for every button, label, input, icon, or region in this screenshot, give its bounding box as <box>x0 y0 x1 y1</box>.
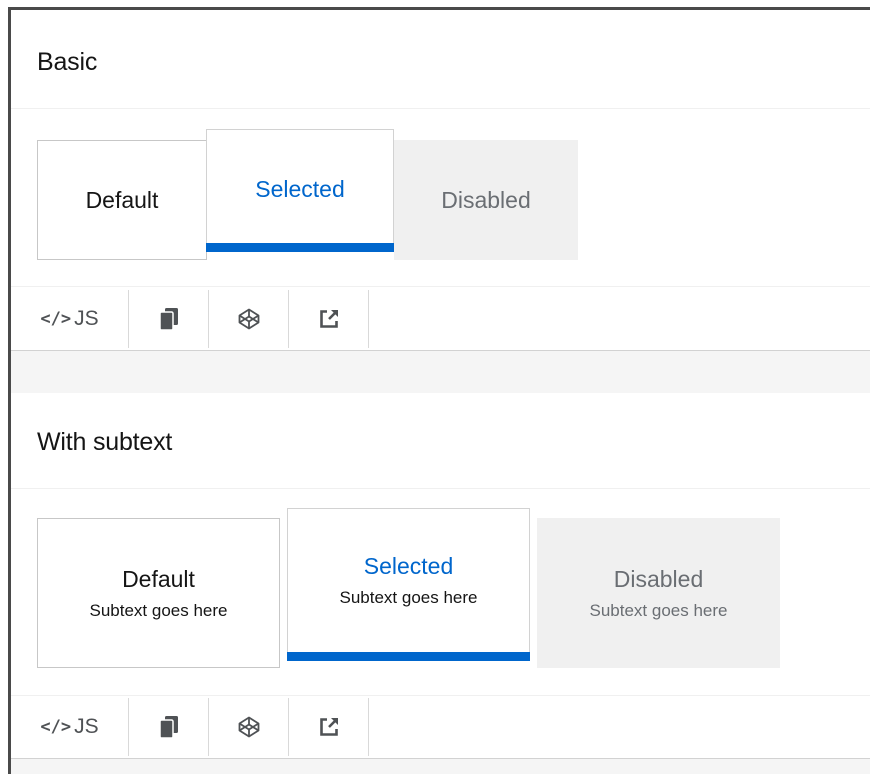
section-title-with-subtext: With subtext <box>37 428 173 456</box>
toggle-js-code-button[interactable]: </> JS <box>11 290 129 348</box>
copy-icon <box>158 715 180 739</box>
tile-label: Default <box>85 186 159 213</box>
example-frame: Basic Default Selected Disabled </> JS W… <box>8 7 870 774</box>
tile-label: Disabled <box>441 186 531 213</box>
code-toolbar: </> JS <box>11 698 369 756</box>
tile-default[interactable]: Default <box>37 140 207 260</box>
code-language-label: JS <box>74 307 99 330</box>
selected-indicator <box>287 652 530 661</box>
code-icon: </> <box>40 717 72 737</box>
tile-subtext: Subtext goes here <box>589 600 728 620</box>
tile-disabled: Disabled <box>394 140 578 260</box>
tile-default-subtext[interactable]: Default Subtext goes here <box>37 518 280 668</box>
open-codepen-button[interactable] <box>209 290 289 348</box>
section-separator <box>11 350 870 393</box>
external-link-icon <box>318 308 340 330</box>
external-link-icon <box>318 716 340 738</box>
toggle-js-code-button[interactable]: </> JS <box>11 698 129 756</box>
divider <box>11 286 870 287</box>
tile-label: Selected <box>255 176 345 202</box>
divider <box>11 488 870 489</box>
tile-label: Selected <box>363 553 454 579</box>
copy-code-button[interactable] <box>129 698 209 756</box>
copy-icon <box>158 307 180 331</box>
tile-disabled-subtext: Disabled Subtext goes here <box>537 518 780 668</box>
code-icon: </> <box>40 309 72 329</box>
tile-subtext: Subtext goes here <box>89 600 228 620</box>
open-codepen-button[interactable] <box>209 698 289 756</box>
selected-indicator <box>206 243 394 252</box>
tile-label: Disabled <box>613 565 704 592</box>
code-toolbar: </> JS <box>11 290 369 348</box>
codepen-icon <box>238 716 260 738</box>
codepen-icon <box>238 308 260 330</box>
open-external-button[interactable] <box>289 698 369 756</box>
tile-selected[interactable]: Selected <box>206 129 394 252</box>
section-separator <box>11 758 870 774</box>
tile-label: Default <box>122 565 195 592</box>
divider <box>11 108 870 109</box>
divider <box>11 695 870 696</box>
tile-subtext: Subtext goes here <box>339 588 478 607</box>
tile-selected-subtext[interactable]: Selected Subtext goes here <box>287 508 530 661</box>
code-language-label: JS <box>74 715 99 738</box>
open-external-button[interactable] <box>289 290 369 348</box>
copy-code-button[interactable] <box>129 290 209 348</box>
section-title-basic: Basic <box>37 48 98 76</box>
